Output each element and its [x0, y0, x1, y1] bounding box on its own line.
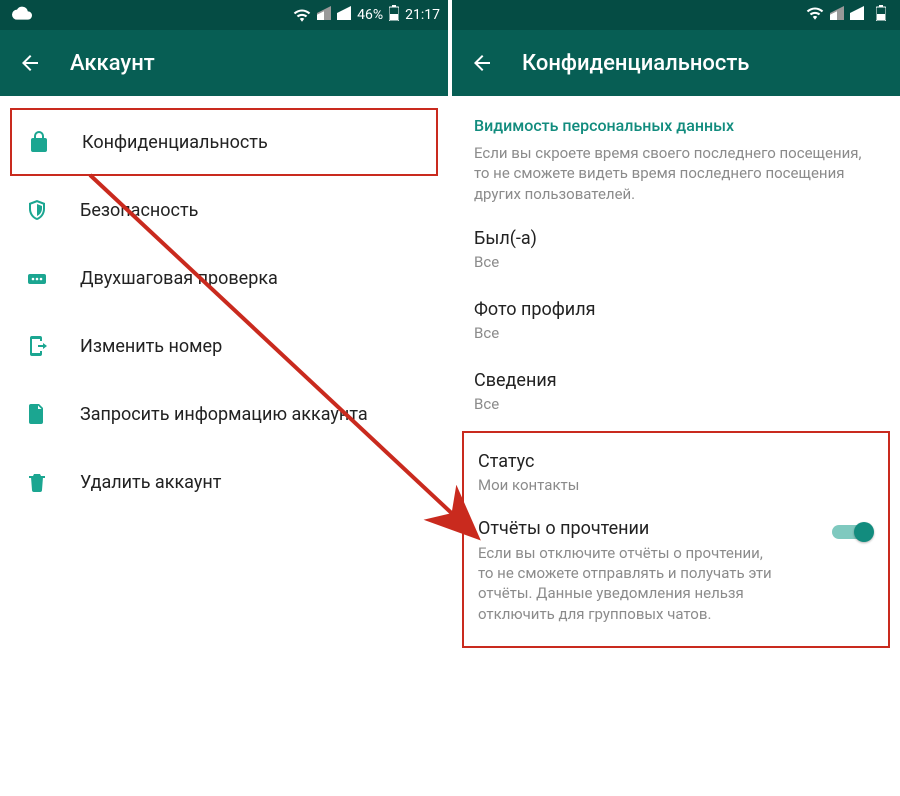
setting-value: Все: [474, 395, 878, 413]
item-label: Удалить аккаунт: [80, 472, 221, 493]
read-receipts-toggle[interactable]: [832, 520, 874, 544]
item-security[interactable]: Безопасность: [0, 176, 448, 244]
appbar-right: Конфиденциальность: [452, 30, 900, 96]
setting-title: Фото профиля: [474, 299, 878, 320]
setting-title: Сведения: [474, 370, 878, 391]
dots-icon: [24, 265, 50, 291]
cloud-icon: [12, 6, 32, 24]
setting-about[interactable]: Сведения Все: [452, 356, 900, 427]
setting-title: Был(-а): [474, 228, 878, 249]
item-label: Изменить номер: [80, 336, 222, 357]
wifi-icon: [806, 6, 824, 24]
setting-title: Статус: [478, 451, 874, 472]
item-change-number[interactable]: Изменить номер: [0, 312, 448, 380]
battery-icon: [876, 5, 886, 25]
status-bar-left: 46% 21:17: [0, 0, 448, 30]
item-request-info[interactable]: Запросить информацию аккаунта: [0, 380, 448, 448]
signal-icon: [317, 6, 331, 24]
setting-last-seen[interactable]: Был(-а) Все: [452, 214, 900, 285]
time-text: 21:17: [405, 7, 440, 23]
document-icon: [24, 401, 50, 427]
phone-account: 46% 21:17 Аккаунт Конфиденциальность: [0, 0, 448, 796]
phone-change-icon: [24, 333, 50, 359]
item-label: Конфиденциальность: [82, 132, 268, 153]
highlighted-settings: Статус Мои контакты Отчёты о прочтении Е…: [462, 431, 890, 648]
lock-icon: [26, 129, 52, 155]
signal2-icon: [850, 6, 864, 24]
signal-icon: [830, 6, 844, 24]
setting-value: Все: [474, 324, 878, 342]
item-label: Безопасность: [80, 200, 198, 221]
appbar-title: Конфиденциальность: [522, 51, 749, 76]
item-delete-account[interactable]: Удалить аккаунт: [0, 448, 448, 516]
trash-icon: [24, 469, 50, 495]
appbar-left: Аккаунт: [0, 30, 448, 96]
wifi-icon: [293, 8, 311, 22]
setting-read-receipts[interactable]: Отчёты о прочтении Если вы отключите отч…: [464, 506, 888, 636]
setting-value: Все: [474, 253, 878, 271]
item-two-step[interactable]: Двухшаговая проверка: [0, 244, 448, 312]
battery-text: 46%: [357, 7, 383, 23]
setting-status[interactable]: Статус Мои контакты: [464, 439, 888, 506]
appbar-title: Аккаунт: [70, 51, 155, 76]
signal2-icon: [337, 6, 351, 24]
setting-value: Мои контакты: [478, 476, 874, 494]
back-button[interactable]: [18, 51, 42, 75]
section-description: Если вы скроете время своего последнего …: [452, 143, 900, 214]
item-privacy[interactable]: Конфиденциальность: [10, 108, 438, 176]
back-button[interactable]: [470, 51, 494, 75]
account-list: Конфиденциальность Безопасность Двухшаго…: [0, 96, 448, 516]
phone-privacy: Конфиденциальность Видимость персональны…: [452, 0, 900, 796]
battery-icon: [389, 5, 399, 25]
section-header: Видимость персональных данных: [452, 96, 900, 143]
item-label: Двухшаговая проверка: [80, 268, 278, 289]
setting-profile-photo[interactable]: Фото профиля Все: [452, 285, 900, 356]
shield-icon: [24, 197, 50, 223]
item-label: Запросить информацию аккаунта: [80, 404, 368, 425]
status-bar-right: [452, 0, 900, 30]
setting-description: Если вы отключите отчёты о прочтении, то…: [478, 543, 778, 624]
setting-title: Отчёты о прочтении: [478, 518, 822, 539]
